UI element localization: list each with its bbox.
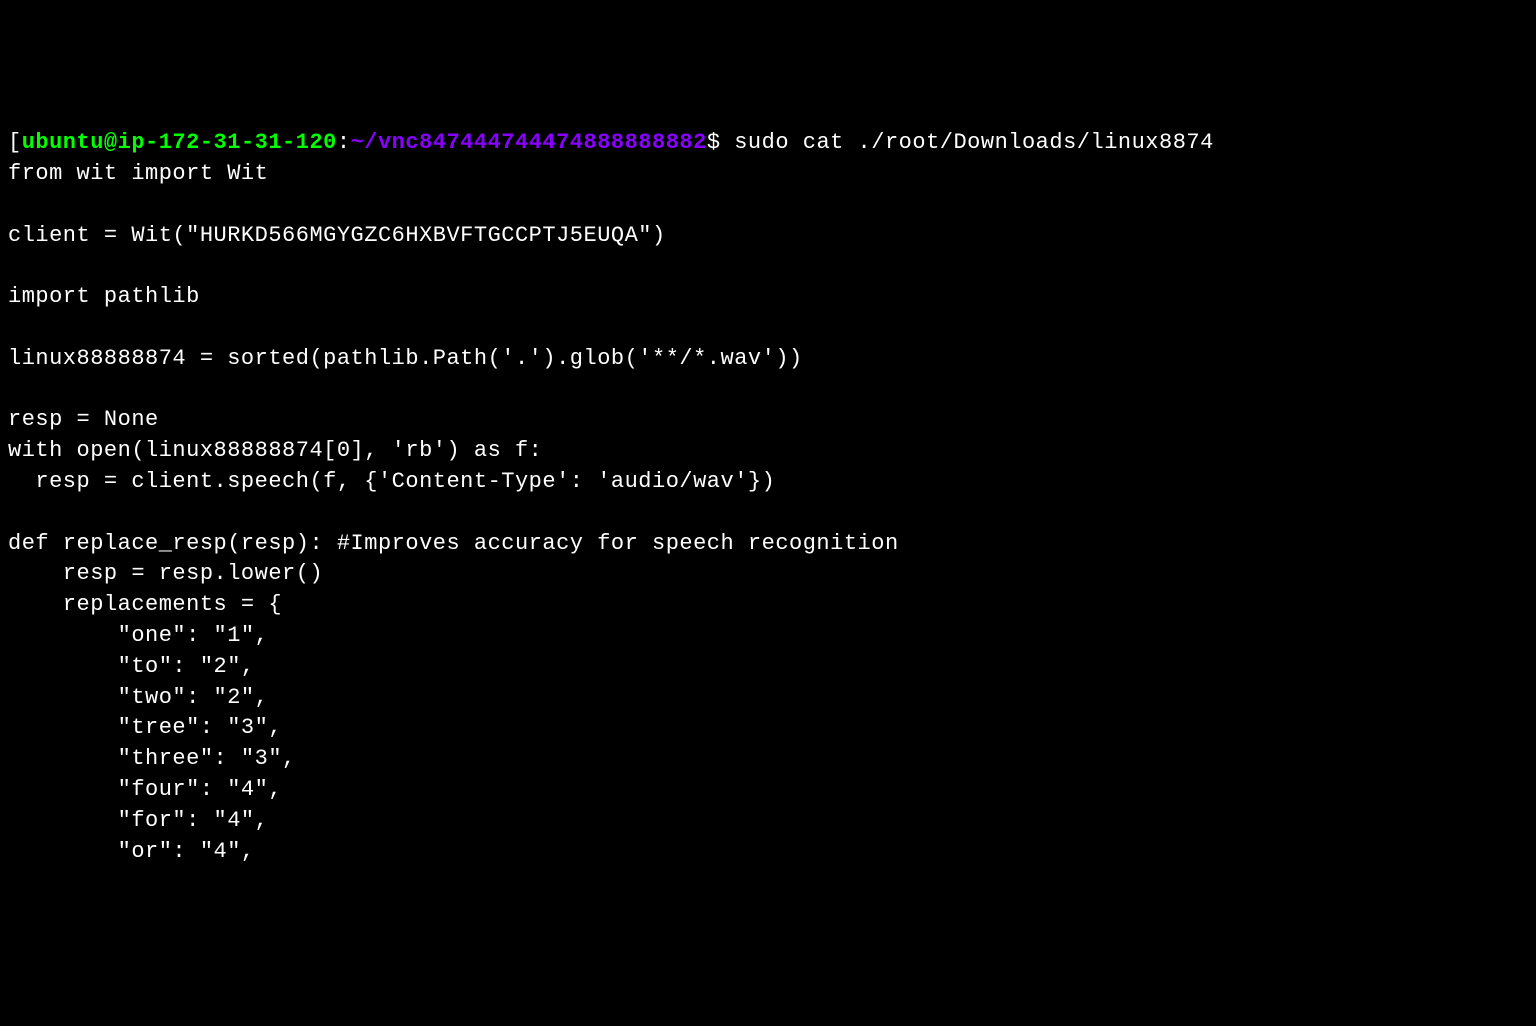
output-line: resp = client.speech(f, {'Content-Type':… xyxy=(8,469,775,494)
prompt-dollar: $ xyxy=(707,130,734,155)
output-line: "two": "2", xyxy=(8,685,268,710)
output-line: from wit import Wit xyxy=(8,161,268,186)
prompt-user-host: ubuntu@ip-172-31-31-120 xyxy=(22,130,337,155)
output-line: client = Wit("HURKD566MGYGZC6HXBVFTGCCPT… xyxy=(8,223,666,248)
output-line: resp = resp.lower() xyxy=(8,561,323,586)
output-line: def replace_resp(resp): #Improves accura… xyxy=(8,531,899,556)
command-text: sudo cat ./root/Downloads/linux8874 xyxy=(734,130,1214,155)
output-line: "one": "1", xyxy=(8,623,268,648)
prompt-bracket: [ xyxy=(8,130,22,155)
prompt-colon: : xyxy=(337,130,351,155)
output-line: resp = None xyxy=(8,407,159,432)
output-line: "to": "2", xyxy=(8,654,255,679)
output-line: import pathlib xyxy=(8,284,200,309)
output-line: linux88888874 = sorted(pathlib.Path('.')… xyxy=(8,346,803,371)
output-line: "three": "3", xyxy=(8,746,296,771)
output-line: "tree": "3", xyxy=(8,715,282,740)
output-line: with open(linux88888874[0], 'rb') as f: xyxy=(8,438,542,463)
output-line: "four": "4", xyxy=(8,777,282,802)
output-line: "for": "4", xyxy=(8,808,268,833)
prompt-path: ~/vnc847444744474888888882 xyxy=(351,130,707,155)
terminal-window[interactable]: [ubuntu@ip-172-31-31-120:~/vnc8474447444… xyxy=(8,128,1528,867)
output-line: replacements = { xyxy=(8,592,282,617)
output-line: "or": "4", xyxy=(8,839,255,864)
